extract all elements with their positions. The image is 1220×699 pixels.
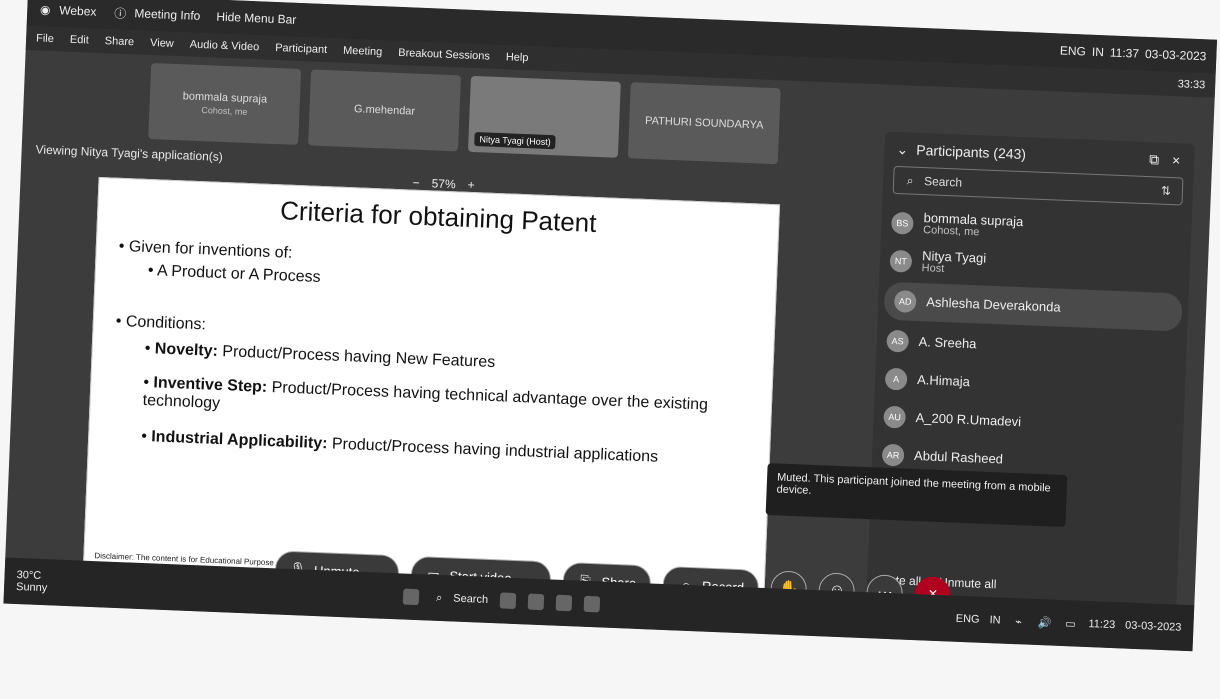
start-icon[interactable]	[402, 588, 420, 606]
viewing-label: Viewing Nitya Tyagi's application(s)	[35, 142, 224, 164]
avatar: BS	[890, 211, 914, 235]
timer: 33:33	[1177, 78, 1206, 92]
webex-icon: ◉	[39, 2, 51, 17]
host-tag: Nitya Tyagi (Host)	[474, 132, 557, 150]
app-icon[interactable]	[555, 594, 573, 612]
menu-edit[interactable]: Edit	[70, 34, 89, 47]
participants-panel: ⌄ Participants (243) ⧉ × ⌕ Search ⇅ BS b…	[866, 131, 1195, 612]
popout-icon[interactable]: ⧉	[1146, 151, 1163, 168]
chevron-down-icon[interactable]: ⌄	[894, 140, 911, 158]
bullet-novelty: • Novelty: Product/Process having New Fe…	[144, 339, 496, 372]
menu-view[interactable]: View	[150, 37, 174, 50]
zoom-in-button[interactable]: +	[467, 178, 475, 192]
lang-top-2: IN	[1091, 44, 1105, 60]
taskbar-center: ⌕ Search	[402, 588, 601, 613]
avatar: AU	[883, 405, 907, 429]
participants-actions: ⧉ ×	[1146, 151, 1185, 169]
app-icon[interactable]	[583, 595, 601, 613]
taskbar-search[interactable]: ⌕ Search	[431, 590, 488, 608]
photo-of-screen: ◉ Webex ⓘ Meeting Info Hide Menu Bar ENG I…	[0, 0, 1220, 699]
date: 03-03-2023	[1124, 619, 1182, 634]
clock-top: 11:37	[1109, 45, 1140, 61]
menu-help[interactable]: Help	[506, 51, 529, 64]
battery-icon[interactable]: ▭	[1062, 615, 1079, 632]
webex-window: ◉ Webex ⓘ Meeting Info Hide Menu Bar ENG I…	[3, 0, 1218, 652]
thumb-1[interactable]: bommala supraja Cohost, me	[148, 63, 302, 145]
menu-audio-video[interactable]: Audio & Video	[190, 39, 260, 54]
slide-title: Criteria for obtaining Patent	[279, 195, 598, 238]
avatar: A	[884, 367, 908, 391]
tooltip: Muted. This participant joined the meeti…	[765, 463, 1068, 528]
lang-2: IN	[989, 614, 1001, 627]
app-icon[interactable]	[499, 592, 517, 610]
clock: 11:23	[1088, 618, 1116, 632]
participants-list: BS bommala supraja Cohost, me NT Nitya Ty…	[871, 203, 1192, 485]
menu-breakout[interactable]: Breakout Sessions	[398, 47, 490, 63]
date-top: 03-03-2023	[1144, 46, 1207, 64]
bullet-conditions: • Conditions:	[115, 312, 207, 334]
hide-menu-bar[interactable]: Hide Menu Bar	[216, 10, 297, 27]
avatar: AS	[886, 329, 910, 353]
weather-condition: Sunny	[15, 581, 48, 595]
zoom-out-button[interactable]: −	[412, 176, 420, 190]
info-icon: ⓘ	[114, 5, 127, 21]
shared-slide: Criteria for obtaining Patent • Given fo…	[82, 176, 781, 599]
system-tray-top: ENG IN 11:37 03-03-2023	[1060, 43, 1207, 63]
menu-file[interactable]: File	[36, 32, 54, 45]
search-icon: ⌕	[435, 591, 443, 604]
app-icon[interactable]	[527, 593, 545, 611]
meeting-info[interactable]: ⓘ Meeting Info	[112, 4, 201, 24]
menu-share[interactable]: Share	[105, 35, 135, 48]
bullet-given: • Given for inventions of:	[118, 237, 293, 262]
thumb-4[interactable]: PATHURI SOUNDARYA	[627, 82, 781, 165]
participants-title: ⌄ Participants (243)	[894, 140, 1026, 162]
menu-participant[interactable]: Participant	[275, 42, 327, 56]
avatar: AD	[893, 290, 917, 313]
wifi-icon[interactable]: ⌁	[1010, 613, 1027, 630]
volume-icon[interactable]: 🔊	[1036, 614, 1053, 631]
sort-icon[interactable]: ⇅	[1158, 183, 1175, 200]
bullet-inventive: • Inventive Step: Product/Process having…	[142, 373, 709, 414]
search-icon: ⌕	[906, 172, 914, 188]
weather-widget[interactable]: 30°C Sunny	[16, 569, 48, 594]
video-strip: bommala supraja Cohost, me G.mehendar Nit…	[148, 63, 781, 165]
lang-top-1: ENG	[1059, 43, 1087, 59]
avatar: AR	[881, 443, 905, 467]
zoom-level: 57%	[431, 176, 456, 192]
search-placeholder: Search	[923, 174, 963, 190]
menu-meeting[interactable]: Meeting	[343, 45, 383, 59]
lang-1: ENG	[955, 612, 980, 626]
close-icon[interactable]: ×	[1168, 152, 1185, 169]
system-tray: ENG IN ⌁ 🔊 ▭ 11:23 03-03-2023	[955, 611, 1182, 636]
thumb-2[interactable]: G.mehendar	[308, 69, 462, 152]
bullet-industrial: • Industrial Applicability: Product/Proc…	[140, 427, 659, 466]
bullet-product: • A Product or A Process	[147, 262, 321, 286]
webex-menu[interactable]: ◉ Webex	[37, 1, 97, 19]
avatar: NT	[889, 249, 913, 273]
thumb-host[interactable]: Nitya Tyagi (Host)	[467, 75, 621, 158]
